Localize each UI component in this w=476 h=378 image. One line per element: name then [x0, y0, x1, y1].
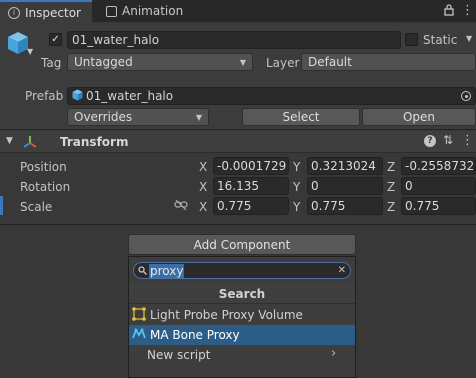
object-name-text: 01_water_halo — [72, 33, 160, 47]
chevron-down-icon: ▼ — [239, 57, 246, 67]
active-checkbox[interactable]: ✓ — [49, 33, 62, 46]
ma-bone-proxy-icon — [132, 327, 146, 343]
axis-y-label: Y — [293, 160, 301, 174]
axis-x-label: X — [199, 180, 208, 194]
rotation-z-field[interactable]: 0 — [401, 177, 476, 195]
open-button[interactable]: Open — [362, 108, 476, 126]
list-item[interactable]: New script › — [129, 345, 355, 365]
transform-icon — [22, 134, 38, 153]
info-icon: i — [8, 6, 20, 19]
more-menu-icon[interactable]: ⋮ — [461, 3, 474, 18]
axis-y-label: Y — [293, 180, 301, 194]
axis-y-label: Y — [293, 200, 301, 214]
tag-dropdown[interactable]: Untagged ▼ — [67, 53, 253, 71]
axis-z-label: Z — [387, 180, 396, 194]
layer-label: Layer — [266, 56, 300, 70]
scale-label: Scale — [20, 200, 53, 214]
axis-z-label: Z — [387, 200, 396, 214]
prefab-label: Prefab — [25, 89, 64, 103]
transform-title: Transform — [60, 135, 129, 149]
list-item-label: MA Bone Proxy — [150, 328, 240, 342]
position-y-field[interactable]: 0.3213024 — [307, 157, 383, 175]
add-component-button[interactable]: Add Component — [128, 234, 356, 255]
scale-modified-indicator — [0, 196, 3, 215]
search-text: proxy — [149, 263, 185, 278]
clear-search-icon[interactable]: ✕ — [338, 265, 346, 276]
overrides-dropdown[interactable]: Overrides ▼ — [67, 108, 209, 126]
scale-y-field[interactable]: 0.775 — [307, 197, 383, 215]
axis-x-label: X — [199, 200, 208, 214]
tab-animation[interactable]: Animation — [98, 0, 194, 22]
add-component-popup: proxy ✕ Search Light Probe Proxy Volume … — [128, 256, 356, 378]
component-search-input[interactable]: proxy ✕ — [133, 262, 351, 279]
layer-dropdown[interactable]: Default — [301, 53, 476, 71]
rotation-y-field[interactable]: 0 — [307, 177, 383, 195]
list-item[interactable]: Light Probe Proxy Volume — [129, 305, 355, 325]
list-item-label: New script — [147, 348, 211, 362]
tab-inspector[interactable]: i Inspector — [0, 0, 92, 23]
help-icon[interactable]: ? — [424, 135, 436, 147]
gameobject-prefab-icon — [7, 31, 29, 58]
popup-title: Search — [129, 284, 355, 304]
tab-inspector-label: Inspector — [25, 5, 81, 20]
position-z-field[interactable]: -0.2558732 — [401, 157, 476, 175]
scale-z-field[interactable]: 0.775 — [401, 197, 476, 215]
tag-label: Tag — [41, 56, 62, 70]
axis-z-label: Z — [387, 160, 396, 174]
static-dropdown-arrow[interactable]: ▼ — [466, 34, 472, 43]
static-label: Static — [423, 33, 458, 47]
scale-x-field[interactable]: 0.775 — [213, 197, 289, 215]
prefab-field[interactable]: 01_water_halo — [67, 87, 476, 105]
select-button[interactable]: Select — [242, 108, 360, 126]
chevron-right-icon: › — [331, 346, 337, 361]
object-name-field[interactable]: 01_water_halo — [67, 31, 401, 49]
prefab-value: 01_water_halo — [86, 89, 174, 103]
search-icon — [138, 264, 147, 278]
chevron-down-icon: ▼ — [195, 112, 202, 122]
tab-animation-label: Animation — [122, 4, 184, 18]
prefab-icon — [72, 89, 83, 104]
animation-icon — [106, 5, 117, 17]
presets-icon[interactable]: ⇅ — [443, 133, 453, 147]
overrides-label: Overrides — [74, 110, 133, 124]
rotation-label: Rotation — [20, 180, 71, 194]
foldout-arrow-icon[interactable]: ▼ — [6, 136, 13, 146]
static-checkbox[interactable] — [405, 33, 418, 46]
object-picker-icon[interactable] — [461, 91, 471, 101]
more-menu-icon[interactable]: ⋮ — [461, 133, 474, 148]
layer-value: Default — [308, 55, 352, 69]
tag-value: Untagged — [74, 55, 133, 69]
constrain-proportions-icon[interactable] — [174, 199, 188, 214]
lock-icon[interactable] — [444, 4, 454, 19]
position-label: Position — [20, 160, 67, 174]
icon-dropdown-arrow[interactable]: ▼ — [27, 47, 33, 56]
position-x-field[interactable]: -0.0001729 — [213, 157, 289, 175]
light-probe-proxy-icon — [132, 306, 146, 324]
axis-x-label: X — [199, 160, 208, 174]
rotation-x-field[interactable]: 16.135 — [213, 177, 289, 195]
list-item-selected[interactable]: MA Bone Proxy — [129, 325, 355, 345]
list-item-label: Light Probe Proxy Volume — [150, 308, 303, 322]
